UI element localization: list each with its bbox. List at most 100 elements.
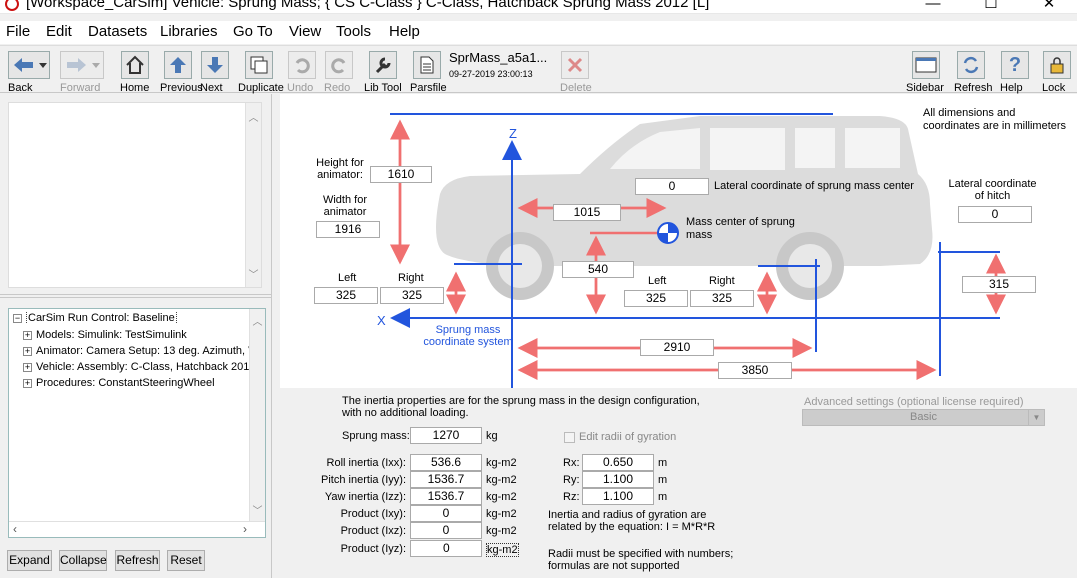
sprung-mass-input[interactable]: 1270 <box>410 427 482 444</box>
menu-file[interactable]: File <box>6 23 30 40</box>
lib-tool-button[interactable]: Lib Tool <box>364 51 402 94</box>
tree-root[interactable]: − CarSim Run Control: Baseline <box>13 312 249 324</box>
back-button[interactable]: Back <box>8 51 50 94</box>
collapse-button[interactable]: Collapse <box>59 550 107 571</box>
tree-refresh-button[interactable]: Refresh <box>115 550 160 571</box>
previous-button[interactable]: Previous <box>160 51 203 94</box>
help-button[interactable]: ? Help <box>1000 51 1030 94</box>
menu-help[interactable]: Help <box>389 23 420 40</box>
coord-system-label: Sprung mass coordinate system <box>423 324 513 348</box>
document-icon <box>413 51 441 79</box>
rx-input[interactable]: 0.650 <box>582 454 654 471</box>
lateral-cg-input[interactable]: 0 <box>635 178 709 195</box>
yaw-inertia-input[interactable]: 1536.7 <box>410 488 482 505</box>
reset-button[interactable]: Reset <box>167 550 205 571</box>
menu-libraries[interactable]: Libraries <box>160 23 218 40</box>
redo-button[interactable]: Redo <box>324 51 354 94</box>
preview-scrollbar[interactable]: ︿ ﹀ <box>245 103 261 287</box>
chevron-down-icon: ▼ <box>1028 410 1044 425</box>
inertia-unit: kg-m2 <box>486 508 517 520</box>
question-icon: ? <box>1001 51 1029 79</box>
lock-icon <box>1043 51 1071 79</box>
run-control-tree: − CarSim Run Control: Baseline + Models: S… <box>8 308 266 538</box>
window-title: [Workspace_CarSim] Vehicle: Sprung Mass;… <box>26 0 710 11</box>
rz-input[interactable]: 1.100 <box>582 488 654 505</box>
home-button[interactable]: Home <box>120 51 150 94</box>
parsfile-button[interactable]: Parsfile <box>410 51 447 94</box>
undo-icon <box>288 51 316 79</box>
hitch-x-input[interactable]: 3850 <box>718 362 792 379</box>
tree-item-animator[interactable]: + Animator: Camera Setup: 13 deg. Azimuth… <box>23 345 259 357</box>
maximize-button[interactable]: ☐ <box>968 0 1014 14</box>
expand-button[interactable]: Expand <box>7 550 52 571</box>
width-input[interactable]: 1916 <box>316 221 380 238</box>
menu-tools[interactable]: Tools <box>336 23 371 40</box>
expand-icon[interactable]: + <box>23 378 32 388</box>
inertia-unit: kg-m2 <box>486 474 517 486</box>
expand-icon[interactable]: + <box>23 362 32 372</box>
inertia-unit: kg-m2 <box>486 491 517 503</box>
tree-item-procedures[interactable]: + Procedures: ConstantSteeringWheel <box>23 377 259 389</box>
close-button[interactable]: ✕ <box>1026 0 1072 14</box>
relation-note: Inertia and radius of gyration are relat… <box>548 509 716 533</box>
undo-button[interactable]: Undo <box>287 51 317 94</box>
ixz-input[interactable]: 0 <box>410 522 482 539</box>
scroll-left-icon[interactable]: ‹ <box>13 522 17 536</box>
iyz-label: Product (Iyz): <box>340 543 406 555</box>
ixy-input[interactable]: 0 <box>410 505 482 522</box>
refresh-icon <box>957 51 985 79</box>
sprung-mass-diagram: Z X All dimensions and coordinates are i… <box>280 94 1077 388</box>
lock-button[interactable]: Lock <box>1042 51 1072 94</box>
hitch-height-input[interactable]: 315 <box>962 276 1036 293</box>
front-left-label: Left <box>338 272 357 284</box>
forward-button[interactable]: Forward <box>60 51 104 94</box>
cg-x-input[interactable]: 1015 <box>553 204 621 221</box>
up-arrow-icon <box>164 51 192 79</box>
lateral-hitch-input[interactable]: 0 <box>958 206 1032 223</box>
ry-input[interactable]: 1.100 <box>582 471 654 488</box>
expand-icon[interactable]: + <box>23 330 32 340</box>
iyz-input[interactable]: 0 <box>410 540 482 557</box>
menu-goto[interactable]: Go To <box>233 23 273 40</box>
app-icon <box>5 0 19 11</box>
roll-inertia-input[interactable]: 536.6 <box>410 454 482 471</box>
menu-view[interactable]: View <box>289 23 321 40</box>
cg-height-input[interactable]: 540 <box>562 261 634 278</box>
refresh-button[interactable]: Refresh <box>954 51 993 94</box>
next-button[interactable]: Next <box>200 51 230 94</box>
title-bar: [Workspace_CarSim] Vehicle: Sprung Mass;… <box>0 0 1077 14</box>
tree-item-vehicle[interactable]: + Vehicle: Assembly: C-Class, Hatchback 2… <box>23 361 259 373</box>
collapse-icon[interactable]: − <box>13 313 22 323</box>
height-input[interactable]: 1610 <box>370 166 432 183</box>
dataset-date: 09-27-2019 23:00:13 <box>449 69 533 79</box>
radius-unit: m <box>658 491 668 503</box>
wheelbase-input[interactable]: 2910 <box>640 339 714 356</box>
duplicate-button[interactable]: Duplicate <box>238 51 284 94</box>
minimize-button[interactable]: — <box>910 0 956 14</box>
cg-label: Mass center of sprung mass <box>686 216 795 241</box>
back-arrow-icon <box>8 51 50 79</box>
delete-button[interactable]: Delete <box>560 51 592 94</box>
edit-radii-checkbox[interactable] <box>564 432 575 443</box>
rear-left-label: Left <box>648 275 667 287</box>
pitch-inertia-input[interactable]: 1536.7 <box>410 471 482 488</box>
rear-right-input[interactable]: 325 <box>690 290 754 307</box>
tree-scrollbar[interactable]: ︿ ﹀ <box>249 309 265 521</box>
menu-datasets[interactable]: Datasets <box>88 23 147 40</box>
scroll-right-icon[interactable]: › <box>243 522 247 536</box>
panel-splitter[interactable] <box>0 294 272 298</box>
radius-unit: m <box>658 474 668 486</box>
expand-icon[interactable]: + <box>23 346 32 356</box>
front-left-input[interactable]: 325 <box>314 287 378 304</box>
front-right-input[interactable]: 325 <box>380 287 444 304</box>
tree-hscrollbar[interactable]: ‹ › <box>9 521 265 537</box>
tree-item-models[interactable]: + Models: Simulink: TestSimulink <box>23 329 259 341</box>
advanced-settings-dropdown[interactable]: Basic ▼ <box>802 409 1045 426</box>
advanced-settings-label: Advanced settings (optional license requ… <box>804 396 1024 408</box>
menu-edit[interactable]: Edit <box>46 23 72 40</box>
rear-left-input[interactable]: 325 <box>624 290 688 307</box>
sidebar-icon <box>912 51 940 79</box>
width-label: Width for animator <box>322 194 367 218</box>
ry-label: Ry: <box>563 474 580 486</box>
sidebar-button[interactable]: Sidebar <box>906 51 946 94</box>
